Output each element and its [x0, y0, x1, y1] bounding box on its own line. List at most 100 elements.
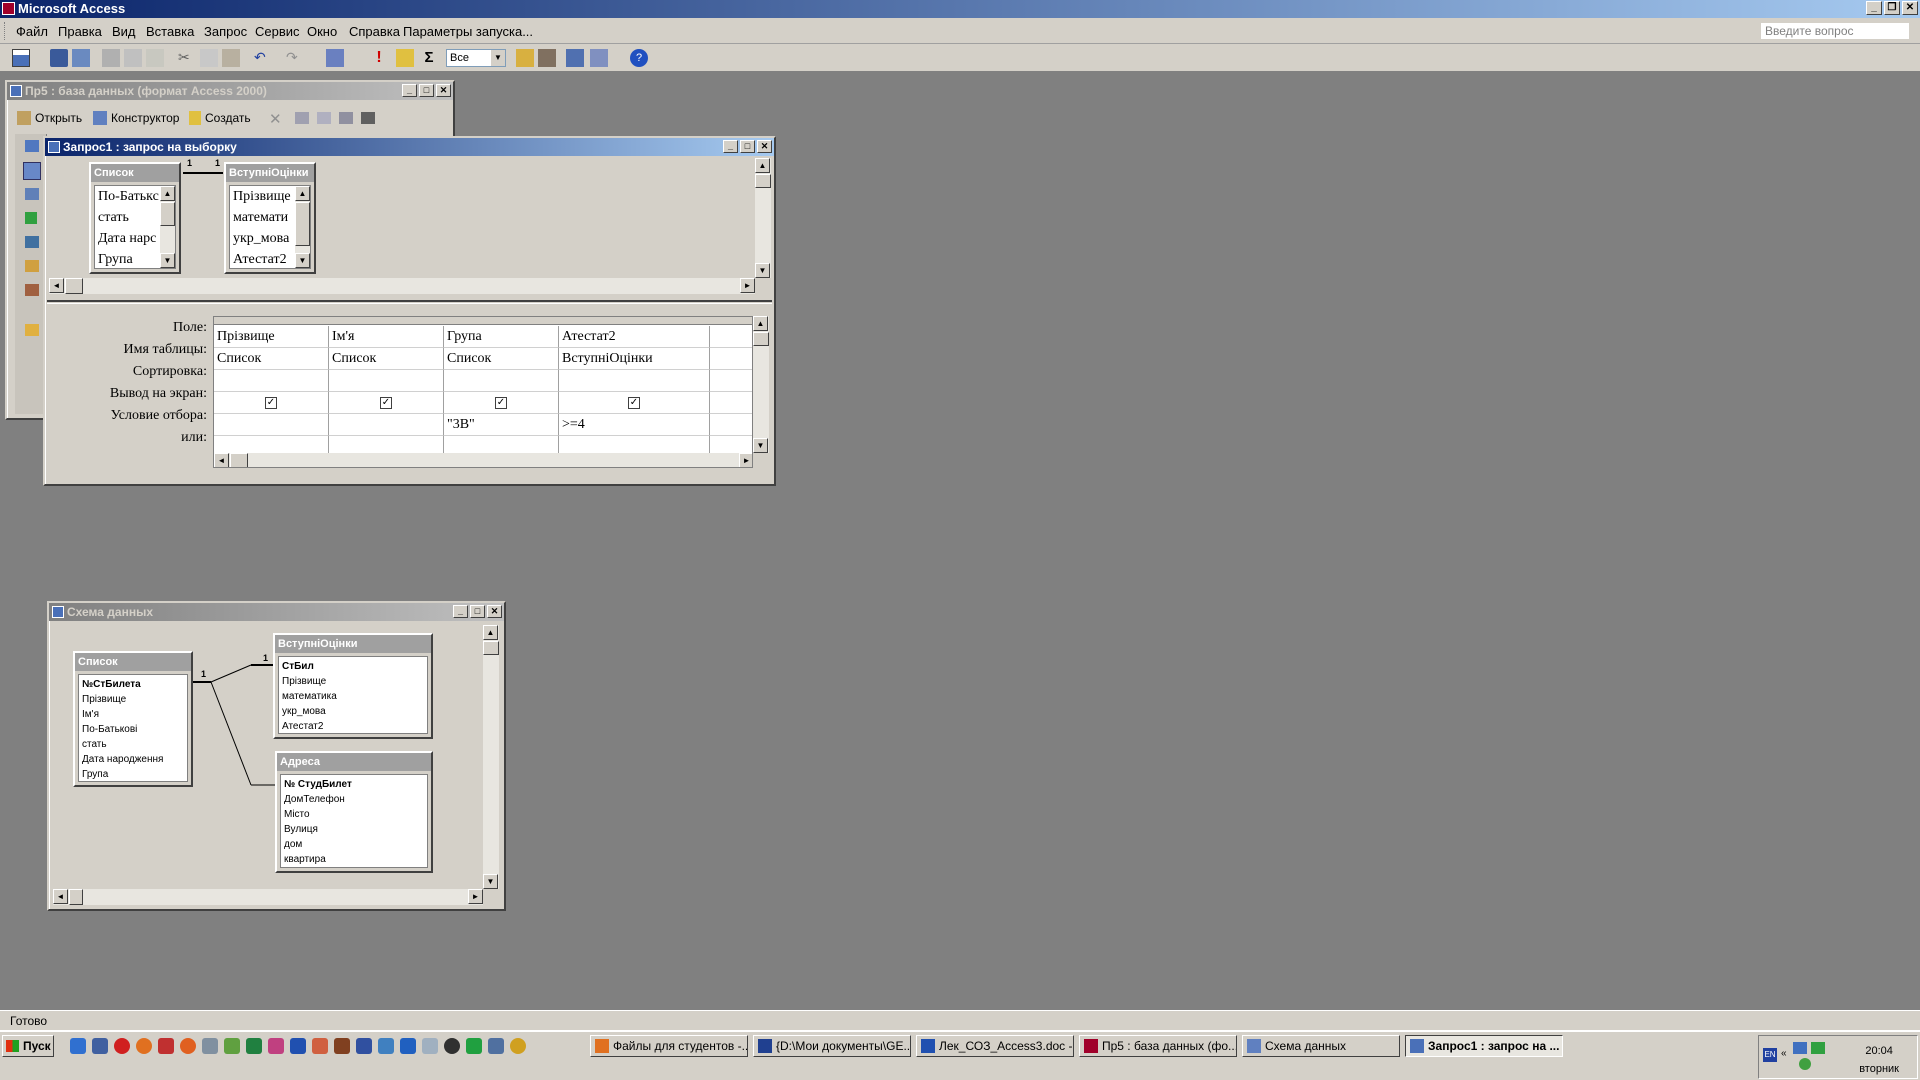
menu-insert[interactable]: Вставка	[146, 24, 194, 39]
scroll-down-icon[interactable]: ▼	[483, 874, 498, 889]
cut-icon[interactable]: ✂	[178, 49, 196, 67]
grid-cell-empty[interactable]	[710, 414, 752, 436]
delete-icon[interactable]: ✕	[269, 110, 282, 128]
menu-query[interactable]: Запрос	[204, 24, 247, 39]
scroll-thumb[interactable]	[483, 641, 499, 655]
schema-field[interactable]: Вулиця	[281, 822, 427, 837]
copy-icon[interactable]	[200, 49, 218, 67]
avast-icon[interactable]	[510, 1038, 526, 1054]
ie-icon[interactable]	[70, 1038, 86, 1054]
save-disk-icon[interactable]	[356, 1038, 372, 1054]
database-window-icon[interactable]	[566, 49, 584, 67]
schema-field[interactable]: математика	[279, 689, 427, 704]
scroll-up-icon[interactable]: ▲	[755, 158, 770, 173]
field-list-scrollbar[interactable]: ▲ ▼	[160, 186, 175, 268]
small-icons-icon[interactable]	[317, 112, 331, 124]
spelling-icon[interactable]	[146, 49, 164, 67]
build-icon[interactable]	[538, 49, 556, 67]
scroll-thumb[interactable]	[160, 202, 175, 226]
db-minimize-icon[interactable]: _	[402, 84, 417, 97]
language-indicator[interactable]: EN	[1763, 1048, 1777, 1062]
open-button[interactable]: Открыть	[35, 111, 82, 125]
task-lecture-doc[interactable]: Лек_СОЗ_Access3.doc -...	[916, 1035, 1074, 1057]
update-tray-icon[interactable]	[1799, 1058, 1811, 1070]
scroll-right-icon[interactable]: ►	[740, 278, 755, 293]
grid-cell-table[interactable]: Список	[214, 348, 329, 370]
start-button[interactable]: Пуск	[2, 1035, 54, 1057]
grid-cell-field[interactable]: Ім'я	[329, 326, 444, 348]
scroll-thumb[interactable]	[295, 202, 310, 246]
scroll-right-icon[interactable]: ►	[468, 889, 483, 904]
grid-hscrollbar[interactable]: ◄ ►	[214, 453, 752, 467]
undo-icon[interactable]: ↶	[254, 49, 272, 67]
show-table-icon[interactable]	[396, 49, 414, 67]
grid-cell-table[interactable]: ВступніОцінки	[559, 348, 710, 370]
schema-vscrollbar[interactable]: ▲ ▼	[483, 625, 499, 889]
pages-icon[interactable]	[25, 236, 39, 248]
explorer-icon[interactable]	[400, 1038, 416, 1054]
grid-cell-sort[interactable]	[444, 370, 559, 392]
queries-icon[interactable]	[23, 162, 41, 180]
new-object-icon[interactable]	[590, 49, 608, 67]
run-icon[interactable]: !	[370, 49, 388, 67]
show-checkbox[interactable]: ✓	[265, 396, 277, 409]
grid-cell-sort[interactable]	[329, 370, 444, 392]
schema-table-vstupniocinky[interactable]: ВступніОцінки СтБил Прізвище математика …	[273, 633, 433, 739]
column-selector-bar[interactable]	[214, 317, 752, 325]
scroll-up-icon[interactable]: ▲	[753, 316, 768, 331]
redo-icon[interactable]: ↷	[286, 49, 304, 67]
totals-icon[interactable]: Σ	[420, 49, 438, 67]
query-maximize-icon[interactable]: □	[740, 140, 755, 153]
file-search-icon[interactable]	[72, 49, 90, 67]
scroll-left-icon[interactable]: ◄	[49, 278, 64, 293]
schema-field[interactable]: квартира	[281, 852, 427, 867]
scroll-thumb[interactable]	[755, 174, 771, 188]
pane-splitter[interactable]	[47, 300, 772, 304]
grid-cell-sort[interactable]	[214, 370, 329, 392]
grid-cell-empty[interactable]	[710, 348, 752, 370]
restore-icon[interactable]: ❐	[1884, 1, 1900, 15]
save-icon[interactable]	[50, 49, 68, 67]
forms-icon[interactable]	[25, 188, 39, 200]
tables-icon[interactable]	[25, 140, 39, 152]
network-tray-icon[interactable]	[1793, 1042, 1807, 1054]
schema-field[interactable]: Атестат2	[279, 719, 427, 734]
schema-key-field[interactable]: № СтудБилет	[281, 777, 427, 792]
large-icons-icon[interactable]	[295, 112, 309, 124]
grid-cell-table[interactable]: Список	[329, 348, 444, 370]
scroll-down-icon[interactable]: ▼	[753, 438, 768, 453]
task-files-for-students[interactable]: Файлы для студентов -...	[590, 1035, 748, 1057]
schema-field[interactable]: Місто	[281, 807, 427, 822]
editor-icon[interactable]	[224, 1038, 240, 1054]
schema-field[interactable]: укр_мова	[279, 704, 427, 719]
schema-field[interactable]: По-Батькові	[79, 722, 187, 737]
scroll-down-icon[interactable]: ▼	[755, 263, 770, 278]
show-checkbox[interactable]: ✓	[495, 396, 507, 409]
modules-icon[interactable]	[25, 284, 39, 296]
scroll-thumb[interactable]	[69, 889, 83, 905]
schema-close-icon[interactable]: ✕	[487, 605, 502, 618]
groups-icon[interactable]	[25, 324, 39, 336]
schema-field[interactable]: Дата народження	[79, 752, 187, 767]
grid-cell-show[interactable]: ✓	[559, 392, 710, 414]
grid-cell-show[interactable]: ✓	[329, 392, 444, 414]
window-icon[interactable]	[422, 1038, 438, 1054]
scroll-thumb[interactable]	[753, 332, 769, 346]
grid-cell-empty[interactable]	[710, 326, 752, 348]
macros-icon[interactable]	[25, 260, 39, 272]
schema-field[interactable]: ДомТелефон	[281, 792, 427, 807]
desktop-icon[interactable]	[92, 1038, 108, 1054]
grid-cell-empty[interactable]	[710, 370, 752, 392]
menu-startup-params[interactable]: Параметры запуска...	[403, 24, 533, 39]
scroll-thumb[interactable]	[230, 453, 248, 467]
field-list-vstupniocinky[interactable]: ВступніОцінки Прізвище математи укр_мова…	[224, 162, 316, 274]
schema-key-field[interactable]: №СтБилета	[79, 677, 187, 692]
scroll-up-icon[interactable]: ▲	[295, 186, 310, 201]
word-icon[interactable]	[290, 1038, 306, 1054]
grid-vscrollbar[interactable]: ▲ ▼	[753, 316, 769, 453]
paint-icon[interactable]	[268, 1038, 284, 1054]
scroll-left-icon[interactable]: ◄	[214, 453, 229, 467]
menu-help[interactable]: Справка	[349, 24, 400, 39]
schema-field[interactable]: стать	[79, 737, 187, 752]
antivirus-tray-icon[interactable]	[1811, 1042, 1825, 1054]
